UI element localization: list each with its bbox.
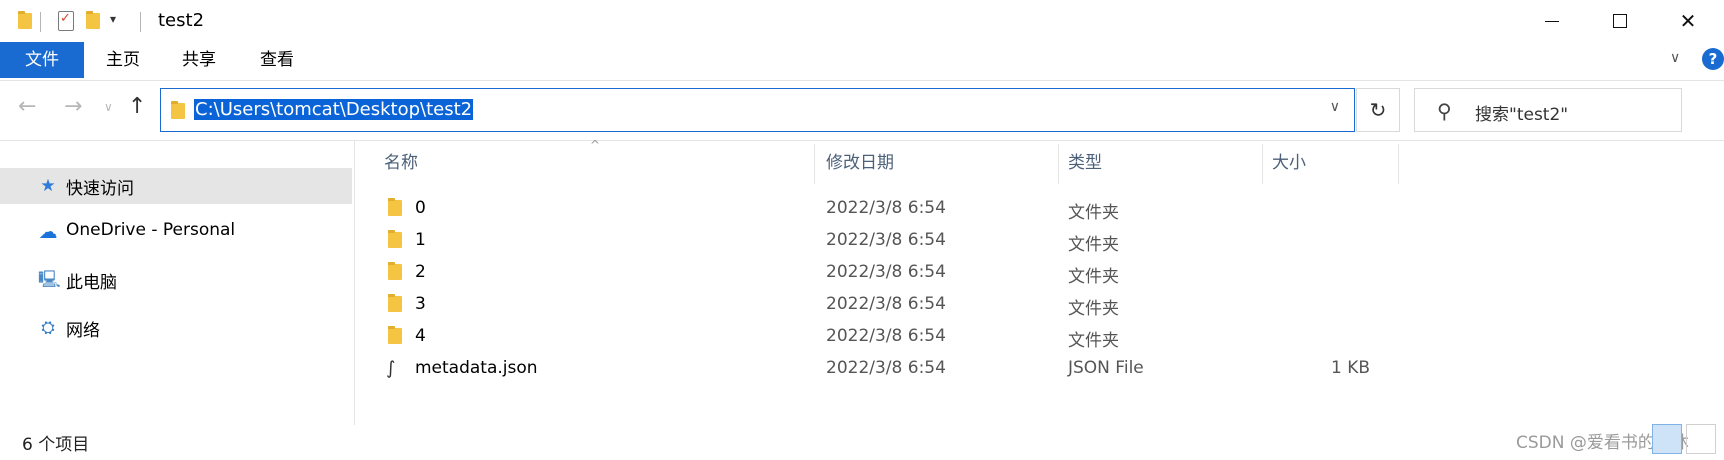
- folder-icon: [388, 294, 402, 312]
- quick-access-separator: [40, 12, 41, 32]
- file-date: 2022/3/8 6:54: [826, 262, 946, 282]
- file-type: 文件夹: [1068, 267, 1119, 287]
- properties-icon[interactable]: [58, 11, 74, 31]
- folder-icon: [388, 262, 402, 280]
- file-date: 2022/3/8 6:54: [826, 358, 946, 378]
- network-icon: ⛭: [41, 318, 55, 338]
- new-folder-icon[interactable]: [86, 11, 100, 29]
- file-name: 2: [415, 262, 426, 282]
- ribbon-tabs: 文件 主页 共享 查看 ∨ ?: [0, 42, 1724, 78]
- column-header-type[interactable]: 类型: [1068, 148, 1102, 182]
- nav-item-this-pc[interactable]: 🖳 此电脑: [0, 262, 352, 298]
- folder-icon: [388, 230, 402, 248]
- file-name: 3: [415, 294, 426, 314]
- close-button[interactable]: ✕: [1654, 0, 1722, 42]
- nav-item-label: 网络: [66, 321, 100, 341]
- minimize-button[interactable]: [1518, 0, 1586, 42]
- column-separator[interactable]: [814, 144, 815, 184]
- details-view-icon[interactable]: [1652, 424, 1682, 454]
- help-icon[interactable]: ?: [1702, 48, 1724, 70]
- address-bar[interactable]: C:\Users\tomcat\Desktop\test2 ∨: [160, 88, 1355, 132]
- nav-item-quick-access[interactable]: ★ 快速访问: [0, 168, 352, 204]
- file-row[interactable]: 3 2022/3/8 6:54 文件夹: [380, 290, 1380, 322]
- file-row[interactable]: 4 2022/3/8 6:54 文件夹: [380, 322, 1380, 354]
- tab-view[interactable]: 查看: [246, 42, 308, 78]
- tab-share[interactable]: 共享: [168, 42, 230, 78]
- folder-icon: [18, 11, 32, 29]
- nav-item-network[interactable]: ⛭ 网络: [0, 310, 352, 346]
- file-date: 2022/3/8 6:54: [826, 230, 946, 250]
- item-count: 6 个项目: [22, 435, 90, 455]
- nav-item-label: OneDrive - Personal: [66, 220, 236, 240]
- column-separator[interactable]: [1058, 144, 1059, 184]
- maximize-button[interactable]: [1586, 0, 1654, 42]
- refresh-button[interactable]: ↻: [1356, 88, 1400, 132]
- address-folder-icon: [171, 101, 185, 119]
- file-row[interactable]: 2 2022/3/8 6:54 文件夹: [380, 258, 1380, 290]
- file-type: 文件夹: [1068, 299, 1119, 319]
- window-title: test2: [158, 10, 205, 31]
- folder-icon: [388, 326, 402, 344]
- search-input[interactable]: ⚲ 搜索"test2": [1414, 88, 1682, 132]
- folder-icon: [388, 198, 402, 216]
- computer-icon: 🖳: [38, 270, 61, 290]
- file-name: 0: [415, 198, 426, 218]
- address-dropdown-icon[interactable]: ∨: [1330, 99, 1340, 115]
- sort-ascending-icon: ^: [590, 138, 601, 152]
- column-header-name[interactable]: 名称: [384, 148, 418, 182]
- forward-button[interactable]: →: [64, 94, 82, 119]
- recent-locations-button[interactable]: ∨: [104, 100, 113, 114]
- file-row[interactable]: 0 2022/3/8 6:54 文件夹: [380, 194, 1380, 226]
- tab-home[interactable]: 主页: [92, 42, 154, 78]
- column-separator[interactable]: [1262, 144, 1263, 184]
- back-button[interactable]: ←: [18, 94, 36, 119]
- column-separator[interactable]: [1398, 144, 1399, 184]
- column-header-date[interactable]: 修改日期: [826, 148, 894, 182]
- file-date: 2022/3/8 6:54: [826, 326, 946, 346]
- navigation-pane: ★ 快速访问 ☁ OneDrive - Personal 🖳 此电脑 ⛭ 网络: [0, 160, 352, 430]
- large-icons-view-icon[interactable]: [1686, 424, 1716, 454]
- file-name: 1: [415, 230, 426, 250]
- toolbar-divider: [0, 140, 1724, 141]
- search-placeholder: 搜索"test2": [1475, 105, 1569, 125]
- pane-divider[interactable]: [354, 140, 355, 425]
- file-type: 文件夹: [1068, 203, 1119, 223]
- nav-item-label: 此电脑: [66, 273, 117, 293]
- file-row[interactable]: 1 2022/3/8 6:54 文件夹: [380, 226, 1380, 258]
- star-icon: ★: [40, 176, 56, 196]
- file-name: 4: [415, 326, 426, 346]
- tab-file[interactable]: 文件: [0, 42, 84, 78]
- up-button[interactable]: ↑: [128, 94, 146, 119]
- nav-item-onedrive[interactable]: ☁ OneDrive - Personal: [0, 214, 352, 250]
- title-bar: ▾ test2 ✕: [0, 0, 1724, 42]
- file-type: 文件夹: [1068, 235, 1119, 255]
- navigation-bar: ← → ∨ ↑ C:\Users\tomcat\Desktop\test2 ∨ …: [0, 78, 1724, 138]
- file-type: 文件夹: [1068, 331, 1119, 351]
- column-header-size[interactable]: 大小: [1272, 148, 1306, 182]
- search-icon: ⚲: [1437, 99, 1452, 123]
- file-name: metadata.json: [415, 358, 538, 378]
- ribbon-collapse-icon[interactable]: ∨: [1670, 50, 1680, 66]
- nav-item-label: 快速访问: [66, 179, 134, 199]
- file-type: JSON File: [1068, 358, 1144, 378]
- address-path[interactable]: C:\Users\tomcat\Desktop\test2: [194, 99, 474, 120]
- file-date: 2022/3/8 6:54: [826, 294, 946, 314]
- quick-access-dropdown-icon[interactable]: ▾: [110, 12, 116, 26]
- title-separator: [140, 12, 141, 32]
- file-row[interactable]: ∫ metadata.json 2022/3/8 6:54 JSON File …: [380, 354, 1380, 386]
- json-file-icon: ∫: [386, 358, 396, 379]
- cloud-icon: ☁: [38, 221, 58, 243]
- file-size: 1 KB: [1330, 358, 1370, 378]
- file-date: 2022/3/8 6:54: [826, 198, 946, 218]
